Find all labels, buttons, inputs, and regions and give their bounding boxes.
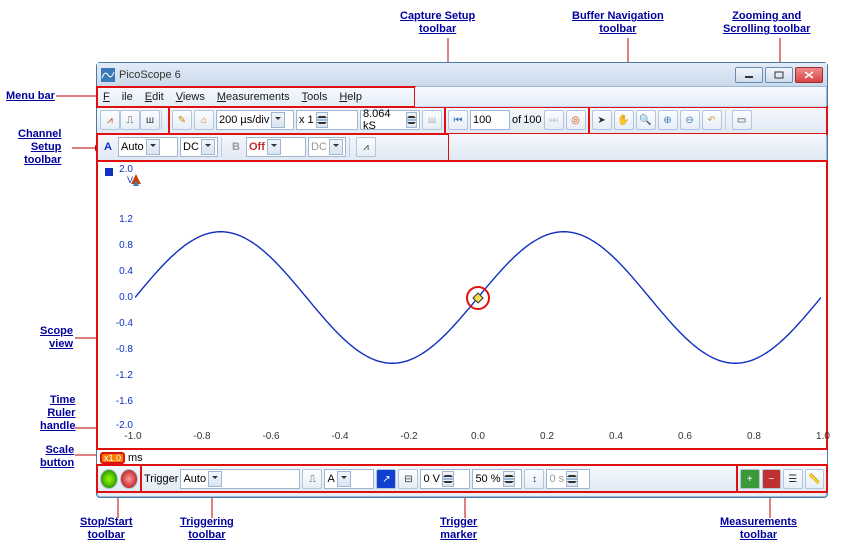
channel-b-label[interactable]: B xyxy=(228,141,244,153)
persistence-mode-icon[interactable]: ⎍ xyxy=(120,110,140,130)
edit-measurement-icon[interactable]: ☰ xyxy=(783,469,803,489)
zoom-area-icon[interactable]: 🔍 xyxy=(636,110,656,130)
menu-tools[interactable]: Tools xyxy=(302,91,328,103)
trigger-label: Trigger xyxy=(144,473,178,485)
menu-help[interactable]: Help xyxy=(339,91,362,103)
trigger-level[interactable]: 0 V xyxy=(420,469,470,489)
annot-measurements: Measurements toolbar xyxy=(720,516,797,542)
time-ruler-handle[interactable] xyxy=(131,174,817,437)
samples-spin[interactable]: 8.064 kS xyxy=(360,110,420,130)
trigger-rising-icon[interactable]: ↗ xyxy=(376,469,396,489)
annot-stop-start: Stop/Start toolbar xyxy=(80,516,133,542)
remove-measurement-icon[interactable]: − xyxy=(762,469,782,489)
triggering-toolbar: Trigger Auto ⎍ A ↗ ⊟ 0 V 50 % ↕ 0 s xyxy=(141,465,737,492)
buffer-total: 100 xyxy=(523,114,541,126)
titlebar[interactable]: PicoScope 6 xyxy=(97,63,827,87)
channel-b-coupling[interactable]: DC xyxy=(308,137,346,157)
annot-triggering: Triggering toolbar xyxy=(180,516,234,542)
mode-buttons: ⩘ ⎍ ш xyxy=(97,107,169,134)
maximize-button[interactable] xyxy=(765,67,793,83)
buffer-current[interactable]: 100 xyxy=(470,110,510,130)
trigger-pretrigger[interactable]: 50 % xyxy=(472,469,522,489)
trigger-opts-icon[interactable]: ↕ xyxy=(524,469,544,489)
trigger-source[interactable]: A xyxy=(324,469,374,489)
home-icon[interactable]: ⌂ xyxy=(194,110,214,130)
channel-b-range[interactable]: Off xyxy=(246,137,306,157)
buffer-first-icon[interactable]: ⏮ xyxy=(448,110,468,130)
annot-trigger-marker: Trigger marker xyxy=(440,516,477,542)
scope-view[interactable]: 2.0V 1.2 0.8 0.4 0.0 -0.4 -0.8 -1.2 -1.6… xyxy=(97,161,827,449)
y-axis: 2.0V 1.2 0.8 0.4 0.0 -0.4 -0.8 -1.2 -1.6… xyxy=(101,162,133,429)
signal-gen-icon[interactable]: ✎ xyxy=(172,110,192,130)
annot-scale-button: Scale button xyxy=(40,444,74,470)
pointer-icon[interactable]: ➤ xyxy=(592,110,612,130)
menu-views[interactable]: Views xyxy=(176,91,205,103)
zoom-toolbar: ➤ ✋ 🔍 ⊕ ⊖ ↶ ▭ xyxy=(589,107,827,134)
annot-time-ruler: Time Ruler handle xyxy=(40,394,75,434)
trigger-adv-icon[interactable]: ⊟ xyxy=(398,469,418,489)
add-measurement-icon[interactable]: + xyxy=(740,469,760,489)
start-button[interactable] xyxy=(100,469,118,489)
buffer-next-icon[interactable]: ⏭ xyxy=(544,110,564,130)
trigger-delay[interactable]: 0 s xyxy=(546,469,590,489)
stop-button[interactable] xyxy=(120,469,138,489)
annot-buffer-nav: Buffer Navigation toolbar xyxy=(572,10,664,36)
scale-bar: x1.0 ms xyxy=(97,449,827,465)
hand-icon[interactable]: ✋ xyxy=(614,110,634,130)
menu-file[interactable]: File xyxy=(103,91,133,103)
buffer-overview-icon[interactable]: ◎ xyxy=(566,110,586,130)
zoom-full-icon[interactable]: ▭ xyxy=(732,110,752,130)
channel-a-label[interactable]: A xyxy=(100,141,116,153)
capture-setup-toolbar: ✎ ⌂ 200 µs/div x 1 8.064 kS ш xyxy=(169,107,445,134)
annot-zoom-scroll: Zooming and Scrolling toolbar xyxy=(723,10,810,36)
buffer-nav-toolbar: ⏮ 100 of 100 ⏭ ◎ xyxy=(445,107,589,134)
rulers-icon[interactable]: 📏 xyxy=(805,469,825,489)
annot-capture-setup: Capture Setup toolbar xyxy=(400,10,475,36)
stop-start-toolbar xyxy=(97,465,141,492)
menu-measurements[interactable]: Measurements xyxy=(217,91,290,103)
plot-area[interactable] xyxy=(135,166,821,429)
annot-scope-view: Scope view xyxy=(40,325,73,351)
x-axis: -1.0 -0.8 -0.6 -0.4 -0.2 0.0 0.2 0.4 0.6… xyxy=(133,431,823,443)
scale-button[interactable]: x1.0 xyxy=(101,453,124,463)
trigger-mode[interactable]: Auto xyxy=(180,469,300,489)
xmultiplier-spin[interactable]: x 1 xyxy=(296,110,358,130)
capture-opts-icon[interactable]: ш xyxy=(422,110,442,130)
channel-a-coupling[interactable]: DC xyxy=(180,137,218,157)
undo-zoom-icon[interactable]: ↶ xyxy=(702,110,722,130)
annot-channel-setup: Channel Setup toolbar xyxy=(18,128,61,168)
zoom-out-icon[interactable]: ⊖ xyxy=(680,110,700,130)
app-window: PicoScope 6 File Edit Views Measurements… xyxy=(96,62,828,498)
window-title: PicoScope 6 xyxy=(119,69,733,81)
minimize-button[interactable] xyxy=(735,67,763,83)
menu-edit[interactable]: Edit xyxy=(145,91,164,103)
time-unit-label: ms xyxy=(128,452,143,464)
buffer-of-label: of xyxy=(512,114,521,126)
measurements-toolbar: + − ☰ 📏 xyxy=(737,465,827,492)
spectrum-mode-icon[interactable]: ш xyxy=(140,110,160,130)
annot-menu-bar: Menu bar xyxy=(6,90,55,103)
timebase-select[interactable]: 200 µs/div xyxy=(216,110,294,130)
menu-bar: File Edit Views Measurements Tools Help xyxy=(97,87,415,107)
channel-a-range[interactable]: Auto xyxy=(118,137,178,157)
scope-mode-icon[interactable]: ⩘ xyxy=(100,110,120,130)
channel-options-icon[interactable]: ⩘ xyxy=(356,137,376,157)
trigger-edge-icon[interactable]: ⎍ xyxy=(302,469,322,489)
close-button[interactable] xyxy=(795,67,823,83)
zoom-in-icon[interactable]: ⊕ xyxy=(658,110,678,130)
app-icon xyxy=(101,68,115,82)
channel-setup-toolbar: A Auto DC B Off DC ⩘ xyxy=(97,134,449,161)
